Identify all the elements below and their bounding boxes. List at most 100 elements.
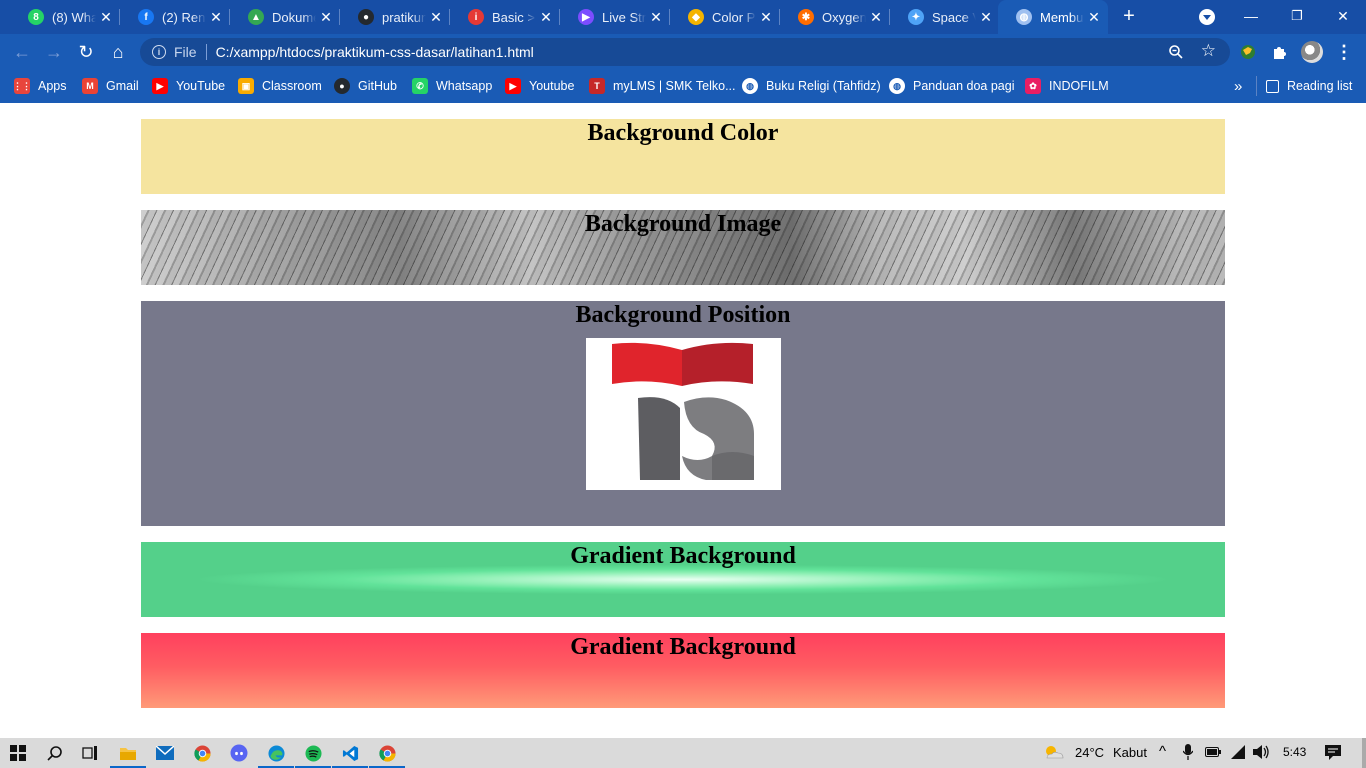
bookmark-label: Classroom [262, 79, 322, 93]
github-icon: ● [334, 78, 350, 94]
wifi-icon[interactable] [1230, 745, 1246, 762]
tab-strip: 8(8) WhatsApp✕f(2) Renshuu✕▲Dokumen✕●pra… [0, 0, 1366, 34]
browser-toolbar: ← → ↻ ⌂ i File C:/xampp/htdocs/praktikum… [0, 34, 1366, 70]
tab-1[interactable]: 8 (8) WhatsApp✕ [10, 0, 120, 34]
tab-title: Live Stre [602, 9, 646, 25]
search-icon[interactable] [43, 741, 67, 765]
tab-title: Membuat [1040, 9, 1084, 25]
tab-close-icon[interactable]: ✕ [1086, 9, 1102, 26]
extensions-puzzle-icon[interactable] [1270, 42, 1290, 62]
vscode-icon[interactable] [332, 741, 368, 768]
extension-earth-icon[interactable] [1238, 42, 1258, 62]
tab-close-icon[interactable]: ✕ [98, 9, 114, 26]
bookmark-apps[interactable]: ⋮⋮ Apps [13, 76, 67, 96]
bookmark-buku-religi-tahfidz[interactable]: ◍ Buku Religi (Tahfidz) [742, 76, 881, 96]
menu-kebab-icon[interactable]: ⋮ [1334, 42, 1354, 62]
bookmark-classroom[interactable]: ▣ Classroom [238, 76, 322, 96]
bookmark-panduan-doa-pagi[interactable]: ◍ Panduan doa pagi [889, 76, 1014, 96]
tab-search-icon[interactable] [1199, 9, 1215, 25]
bookmark-label: YouTube [176, 79, 226, 93]
close-window-button[interactable]: ✕ [1320, 0, 1366, 32]
tab-8[interactable]: ✱ Oxygen ✕ [780, 0, 890, 34]
weather-description[interactable]: Kabut [1113, 745, 1147, 760]
site-info-icon[interactable]: i [152, 45, 166, 59]
tab-title: (2) Renshuu [162, 9, 206, 25]
reading-list-icon [1266, 79, 1279, 93]
file-explorer-icon[interactable] [110, 741, 146, 768]
globe-icon: ◍ [1016, 9, 1032, 25]
bookmark-label: Apps [38, 79, 67, 93]
tab-3[interactable]: ▲ Dokumen✕ [230, 0, 340, 34]
more-bookmarks-button[interactable]: » [1234, 76, 1242, 96]
show-desktop-strip[interactable] [1362, 738, 1366, 768]
background-image-heading: Background Image [584, 211, 782, 237]
discord-icon[interactable] [227, 741, 251, 765]
tab-close-icon[interactable]: ✕ [208, 9, 224, 26]
whatsapp-icon: 8 [28, 9, 44, 25]
bookmark-whatsapp[interactable]: ✆ Whatsapp [412, 76, 492, 96]
tab-close-icon[interactable]: ✕ [758, 9, 774, 26]
whatsapp-icon: ✆ [412, 78, 428, 94]
reading-list-button[interactable]: Reading list [1266, 76, 1352, 96]
mail-icon[interactable] [153, 741, 177, 765]
tab-4[interactable]: ● pratikum✕ [340, 0, 450, 34]
tab-title: Basic > S [492, 9, 536, 25]
bookmark-gmail[interactable]: M Gmail [82, 76, 139, 96]
minimize-button[interactable]: — [1228, 0, 1274, 32]
windows-start-icon[interactable] [6, 741, 30, 765]
tab-close-icon[interactable]: ✕ [868, 9, 884, 26]
restore-button[interactable]: ❐ [1274, 0, 1320, 32]
tab-10[interactable]: ◍ Membuat✕ [998, 0, 1108, 34]
gradient-green-box: Gradient Background [141, 542, 1225, 617]
chrome-icon[interactable] [190, 741, 214, 765]
tab-9[interactable]: ✦ Space Ve✕ [890, 0, 1000, 34]
notifications-icon[interactable] [1324, 744, 1342, 764]
back-button[interactable]: ← [10, 40, 34, 64]
zoom-icon[interactable] [1168, 44, 1184, 63]
home-button[interactable]: ⌂ [106, 40, 130, 64]
gradient-heading-1: Gradient Background [570, 543, 796, 569]
edge-icon[interactable] [258, 741, 294, 768]
new-tab-button[interactable]: + [1118, 6, 1140, 28]
profile-avatar[interactable] [1301, 41, 1323, 63]
gradient-heading-2: Gradient Background [570, 634, 796, 660]
forward-button[interactable]: → [42, 40, 66, 64]
task-view-icon[interactable] [78, 741, 102, 765]
tab-close-icon[interactable]: ✕ [648, 9, 664, 26]
tab-close-icon[interactable]: ✕ [428, 9, 444, 26]
tab-close-icon[interactable]: ✕ [538, 9, 554, 26]
background-color-box: Background Color [141, 119, 1225, 194]
tab-close-icon[interactable]: ✕ [318, 9, 334, 26]
weather-temperature[interactable]: 24°C [1075, 745, 1104, 760]
bookmark-mylms-smk-telko[interactable]: TmyLMS | SMK Telko... [589, 76, 736, 96]
bookmark-github[interactable]: ● GitHub [334, 76, 397, 96]
tab-close-icon[interactable]: ✕ [978, 9, 994, 26]
spotify-icon[interactable] [295, 741, 331, 768]
github-icon: ● [358, 9, 374, 25]
clock-time[interactable]: 5:43 [1283, 745, 1306, 759]
tab-6[interactable]: ▶ Live Stre✕ [560, 0, 670, 34]
bookmark-label: Panduan doa pagi [913, 79, 1015, 93]
bookmark-youtube[interactable]: ▶ YouTube [152, 76, 225, 96]
volume-icon[interactable] [1252, 744, 1270, 763]
tab-2[interactable]: f (2) Renshuu✕ [120, 0, 230, 34]
tab-7[interactable]: ◆ Color Pal✕ [670, 0, 780, 34]
bookmark-label: Youtube [529, 79, 575, 93]
oxygen-icon: ✱ [798, 9, 814, 25]
tab-title: Oxygen [822, 9, 866, 25]
weather-icon[interactable] [1043, 743, 1065, 764]
globe-icon: ◍ [889, 78, 905, 94]
bookmarks-separator [1256, 76, 1257, 96]
bookmark-youtube[interactable]: ▶ Youtube [505, 76, 574, 96]
tab-5[interactable]: i Basic > S✕ [450, 0, 560, 34]
tray-overflow-chevron-icon[interactable]: ^ [1159, 743, 1166, 760]
address-bar[interactable]: i File C:/xampp/htdocs/praktikum-css-das… [140, 38, 1230, 66]
battery-icon[interactable] [1205, 746, 1221, 761]
url-divider [205, 44, 207, 60]
bookmark-star-icon[interactable]: ☆ [1201, 41, 1216, 61]
url-text[interactable]: C:/xampp/htdocs/praktikum-css-dasar/lati… [216, 44, 534, 60]
bookmark-indofilm[interactable]: ✿ INDOFILM [1025, 76, 1109, 96]
chrome-active-icon[interactable] [369, 741, 405, 768]
reload-button[interactable]: ↻ [74, 40, 98, 64]
microphone-icon[interactable] [1182, 744, 1194, 763]
